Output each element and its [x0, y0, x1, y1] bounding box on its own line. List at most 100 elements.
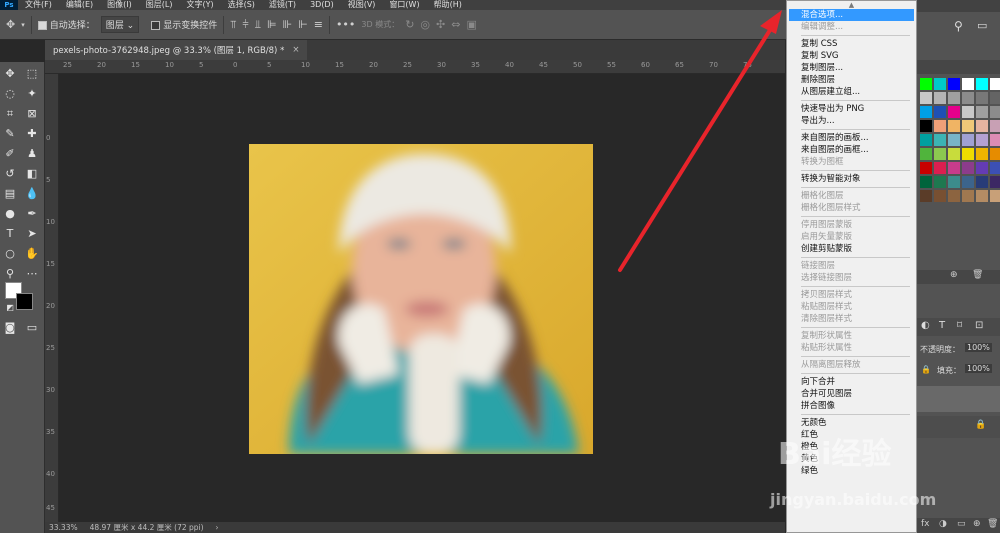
pen-tool-icon[interactable]: ✒	[24, 206, 40, 222]
distribute-icon[interactable]: ≡	[314, 18, 323, 31]
color-swatch[interactable]	[920, 106, 932, 118]
color-swatch[interactable]	[920, 176, 932, 188]
context-menu-item[interactable]: 合并可见图层	[787, 388, 916, 400]
color-swatch[interactable]	[962, 78, 974, 90]
menu-view[interactable]: 视图(V)	[341, 0, 383, 10]
type-filter-icon[interactable]: T	[939, 320, 945, 331]
color-swatch[interactable]	[948, 190, 960, 202]
color-swatch[interactable]	[976, 120, 988, 132]
move-tool-icon[interactable]: ✥	[6, 18, 15, 31]
color-swatch[interactable]	[934, 176, 946, 188]
context-menu-item[interactable]: 快速导出为 PNG	[787, 103, 916, 115]
context-menu-item[interactable]: 创建剪贴蒙版	[787, 243, 916, 255]
color-swatch[interactable]	[962, 134, 974, 146]
color-swatch[interactable]	[934, 162, 946, 174]
context-menu-item[interactable]: 向下合并	[787, 376, 916, 388]
context-menu-item[interactable]: 从图层建立组...	[787, 86, 916, 98]
menu-type[interactable]: 文字(Y)	[179, 0, 220, 10]
color-swatch[interactable]	[990, 148, 1000, 160]
eraser-tool-icon[interactable]: ◧	[24, 166, 40, 182]
color-swatch[interactable]	[990, 92, 1000, 104]
color-swatch[interactable]	[976, 106, 988, 118]
marquee-tool-icon[interactable]: ⬚	[24, 66, 40, 82]
status-menu-arrow-icon[interactable]: ›	[216, 523, 219, 532]
gradient-tool-icon[interactable]: ▤	[2, 186, 18, 202]
color-swatch[interactable]	[934, 120, 946, 132]
color-swatch[interactable]	[948, 120, 960, 132]
menu-3d[interactable]: 3D(D)	[303, 0, 341, 10]
color-swatch[interactable]	[990, 78, 1000, 90]
color-swatch[interactable]	[934, 190, 946, 202]
menu-window[interactable]: 窗口(W)	[382, 0, 426, 10]
close-icon[interactable]: ×	[292, 45, 299, 55]
color-swatch[interactable]	[948, 92, 960, 104]
color-swatch[interactable]	[990, 134, 1000, 146]
color-swatch[interactable]	[990, 190, 1000, 202]
color-swatch[interactable]	[990, 176, 1000, 188]
color-swatch[interactable]	[962, 106, 974, 118]
shape-filter-icon[interactable]: ⌑	[957, 320, 962, 331]
auto-select-dropdown[interactable]: 图层 ⌄	[100, 16, 140, 33]
color-swatch[interactable]	[976, 92, 988, 104]
context-menu-item[interactable]: 无颜色	[787, 417, 916, 429]
healing-brush-tool-icon[interactable]: ✚	[24, 126, 40, 142]
type-tool-icon[interactable]: T	[2, 226, 18, 242]
color-swatch[interactable]	[976, 134, 988, 146]
shape-tool-icon[interactable]: ○	[2, 246, 18, 262]
3d-roll-icon[interactable]: ◎	[420, 18, 430, 31]
align-vcenter-icon[interactable]: ⫩	[242, 18, 248, 32]
color-swatch[interactable]	[962, 120, 974, 132]
color-swatch[interactable]	[934, 134, 946, 146]
context-menu-item[interactable]: 拼合图像	[787, 400, 916, 412]
menu-help[interactable]: 帮助(H)	[427, 0, 469, 10]
more-options-icon[interactable]: •••	[336, 18, 355, 31]
smart-filter-icon[interactable]: ⊡	[975, 320, 983, 331]
selected-layer-row[interactable]	[917, 386, 1000, 412]
context-menu-item[interactable]: 删除图层	[787, 74, 916, 86]
context-menu-item[interactable]: 复制 CSS	[787, 38, 916, 50]
frame-tool-icon[interactable]: ⊠	[24, 106, 40, 122]
color-swatch[interactable]	[962, 92, 974, 104]
menu-edit[interactable]: 编辑(E)	[59, 0, 100, 10]
screen-mode-icon[interactable]: ▭	[24, 320, 40, 336]
color-swatch[interactable]	[976, 148, 988, 160]
auto-select-checkbox[interactable]: 自动选择：	[37, 18, 95, 31]
document-image[interactable]	[249, 144, 593, 454]
color-swatch[interactable]	[962, 148, 974, 160]
color-swatch[interactable]	[920, 162, 932, 174]
align-right-icon[interactable]: ⊩	[298, 18, 308, 31]
background-color-swatch[interactable]	[16, 293, 33, 310]
color-swatch[interactable]	[948, 106, 960, 118]
path-selection-tool-icon[interactable]: ➤	[24, 226, 40, 242]
color-swatch[interactable]	[934, 78, 946, 90]
context-menu-item[interactable]: 复制 SVG	[787, 50, 916, 62]
menu-layer[interactable]: 图层(L)	[139, 0, 180, 10]
dodge-tool-icon[interactable]: ●	[2, 206, 18, 222]
document-tab[interactable]: pexels-photo-3762948.jpeg @ 33.3% (图层 1,…	[45, 40, 308, 60]
adjustment-icon[interactable]: ◐	[921, 320, 930, 331]
history-brush-tool-icon[interactable]: ↺	[2, 166, 18, 182]
color-swatch[interactable]	[990, 106, 1000, 118]
brush-tool-icon[interactable]: ✐	[2, 146, 18, 162]
color-swatch[interactable]	[976, 176, 988, 188]
menu-filter[interactable]: 滤镜(T)	[262, 0, 303, 10]
stamp-tool-icon[interactable]: ♟	[24, 146, 40, 162]
color-swatch[interactable]	[948, 162, 960, 174]
color-swatch[interactable]	[990, 162, 1000, 174]
color-swatch[interactable]	[948, 148, 960, 160]
lock-icon[interactable]: 🔒	[921, 365, 931, 374]
color-swatch[interactable]	[920, 92, 932, 104]
context-menu-item[interactable]: 转换为智能对象	[787, 173, 916, 185]
color-swatch[interactable]	[920, 120, 932, 132]
color-swatch[interactable]	[920, 190, 932, 202]
hand-tool-icon[interactable]: ✋	[24, 246, 40, 262]
magic-wand-tool-icon[interactable]: ✦	[24, 86, 40, 102]
color-swatch[interactable]	[976, 162, 988, 174]
quick-mask-icon[interactable]: ◙	[2, 320, 18, 336]
menu-select[interactable]: 选择(S)	[221, 0, 262, 10]
color-swatch[interactable]	[920, 78, 932, 90]
context-menu-item[interactable]: 来自图层的画框...	[787, 144, 916, 156]
background-layer-row[interactable]: 🔒	[917, 416, 1000, 438]
move-tool-icon[interactable]: ✥	[2, 66, 18, 82]
scroll-up-arrow-icon[interactable]: ▲	[787, 1, 916, 9]
